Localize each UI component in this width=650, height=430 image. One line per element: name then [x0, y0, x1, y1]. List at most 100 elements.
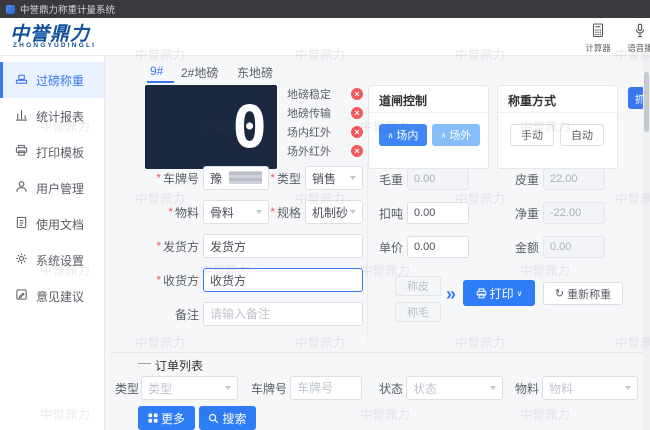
sidebar-item-label: 统计报表: [36, 109, 85, 124]
titlebar: 中誉鼎力称重计量系统: [0, 0, 650, 18]
spec-select[interactable]: 机制砂: [305, 200, 363, 224]
double-chevron-icon: »: [446, 284, 456, 304]
filter-material-select[interactable]: 物料: [542, 376, 638, 400]
more-button[interactable]: 更多: [138, 406, 195, 430]
status-infrared-inside: 场内红外 ×: [287, 124, 363, 139]
sidebar-item-settings[interactable]: 系统设置: [0, 242, 104, 278]
sidebar-item-feedback[interactable]: 意见建议: [0, 278, 104, 314]
auto-mode-button[interactable]: 自动: [560, 124, 604, 146]
price-input[interactable]: [407, 236, 469, 258]
filter-status-select[interactable]: 状态: [406, 376, 503, 400]
weight-display: 0: [145, 85, 277, 169]
voice-tool[interactable]: 语音播: [622, 23, 650, 54]
material-select[interactable]: 骨料: [203, 200, 269, 224]
tab-scale-9[interactable]: 9#: [150, 64, 163, 78]
filter-material-label: 物料: [514, 381, 539, 396]
reweigh-button[interactable]: ↻ 重新称重: [543, 282, 623, 305]
chevron-down-icon: [350, 176, 356, 180]
remark-input[interactable]: [203, 302, 363, 326]
sidebar-item-label: 过磅称重: [36, 73, 85, 88]
material-label: * 物料: [168, 205, 199, 220]
net-value: -22.00: [543, 202, 605, 224]
print-button[interactable]: 打印 ∨: [463, 280, 535, 306]
spec-label: * 规格: [270, 205, 301, 220]
divider: [498, 112, 617, 113]
sidebar-item-reports[interactable]: 统计报表: [0, 98, 104, 134]
sidebar-item-label: 用户管理: [36, 181, 85, 196]
status-scale-transfer: 地磅传输 ×: [287, 105, 363, 120]
sidebar: 过磅称重 统计报表 打印模板 用户管理 使用文档 系统设置 意见建议: [0, 56, 105, 430]
column-divider: [367, 162, 368, 342]
remark-label: 备注: [174, 307, 199, 322]
type-label: * 类型: [270, 171, 301, 186]
price-label: 单价: [378, 240, 403, 255]
calculator-icon: [591, 23, 605, 41]
filter-type-select[interactable]: 类型: [141, 376, 238, 400]
active-tab-underline: [147, 81, 174, 83]
deduct-label: 扣吨: [378, 206, 403, 221]
calculator-tool[interactable]: 计算器: [580, 23, 616, 54]
sidebar-item-label: 打印模板: [36, 145, 85, 160]
weighing-mode-panel: 称重方式 手动 自动: [497, 85, 618, 169]
user-icon: [15, 180, 28, 196]
chevron-up-icon: ∧: [387, 130, 394, 140]
sidebar-item-print-template[interactable]: 打印模板: [0, 134, 104, 170]
sidebar-item-label: 意见建议: [36, 289, 85, 304]
sender-input[interactable]: [203, 234, 363, 258]
chevron-down-icon: [256, 210, 262, 214]
filter-status-label: 状态: [378, 381, 403, 396]
gear-icon: [15, 252, 28, 268]
edit-icon: [15, 288, 28, 304]
plate-label: * 车牌号: [156, 171, 199, 186]
scrollbar-thumb[interactable]: [644, 72, 649, 132]
gate-outside-button[interactable]: ∧ 场外: [432, 124, 480, 146]
scale-icon: [15, 72, 28, 88]
weigh-gross-button[interactable]: 称毛: [395, 302, 441, 322]
mode-panel-title: 称重方式: [508, 94, 557, 108]
document-icon: [15, 216, 28, 232]
gross-value: 0.00: [407, 168, 469, 190]
gate-control-panel: 道闸控制 ∧ 场内 ∧ 场外: [368, 85, 489, 169]
logo-subtitle: ZHONGYUDINGLI: [13, 42, 97, 49]
app-icon: [6, 4, 15, 14]
voice-label: 语音播: [627, 43, 650, 53]
caret-down-icon: ∨: [516, 288, 523, 298]
printer-icon: [15, 144, 28, 160]
search-button[interactable]: 搜索: [199, 406, 256, 430]
main-content: 9# 2#地磅 东地磅 0 地磅稳定 × 地磅传输 × 场内红外 × 场外红外 …: [105, 56, 650, 430]
vertical-scrollbar[interactable]: [643, 56, 650, 430]
tab-scale-east[interactable]: 东地磅: [237, 64, 273, 81]
amount-label: 金额: [514, 240, 539, 255]
filter-plate-input[interactable]: [290, 376, 362, 400]
search-icon: [208, 413, 219, 424]
divider: [369, 112, 488, 113]
weigh-tare-button[interactable]: 称皮: [395, 276, 441, 296]
app-window: 中誉鼎力称重计量系统 中誉鼎力 ZHONGYUDINGLI 计算器 语音播 过磅…: [0, 0, 650, 430]
printer-icon: [476, 288, 487, 299]
window-title: 中誉鼎力称重计量系统: [20, 5, 116, 16]
amount-value: 0.00: [543, 236, 605, 258]
sidebar-item-docs[interactable]: 使用文档: [0, 206, 104, 242]
tare-label: 皮重: [514, 172, 539, 187]
tare-value: 22.00: [543, 168, 605, 190]
chevron-down-icon: [490, 386, 496, 390]
receiver-input[interactable]: [203, 268, 363, 292]
gross-label: 毛重: [378, 172, 403, 187]
sidebar-item-label: 系统设置: [36, 253, 85, 268]
sidebar-item-weighing[interactable]: 过磅称重: [0, 62, 104, 98]
chevron-down-icon: [625, 386, 631, 390]
manual-mode-button[interactable]: 手动: [510, 124, 554, 146]
bar-chart-icon: [15, 108, 28, 124]
gate-inside-button[interactable]: ∧ 场内: [379, 124, 427, 146]
tab-scale-2[interactable]: 2#地磅: [181, 64, 218, 81]
refresh-icon: ↻: [554, 288, 565, 300]
gate-panel-title: 道闸控制: [379, 94, 428, 108]
sidebar-item-users[interactable]: 用户管理: [0, 170, 104, 206]
orders-title: 订单列表: [155, 359, 204, 373]
type-select[interactable]: 销售: [305, 166, 363, 190]
filter-plate-label: 车牌号: [250, 381, 287, 396]
orders-title-dash: [138, 363, 151, 364]
deduct-input[interactable]: [407, 202, 469, 224]
receiver-label: * 收货方: [156, 273, 199, 288]
plate-field-wrap: [203, 166, 269, 190]
